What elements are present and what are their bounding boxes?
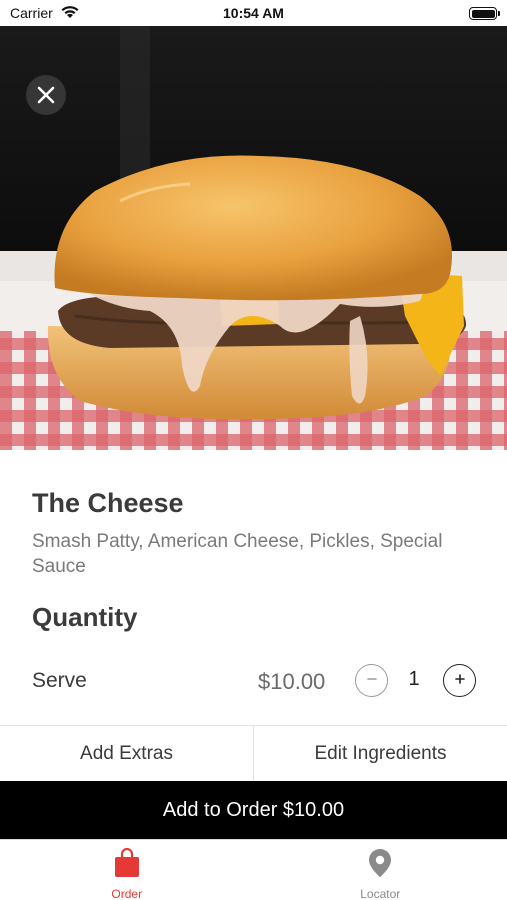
tab-order[interactable]: Order: [0, 840, 254, 900]
add-to-order-button[interactable]: Add to Order $10.00: [0, 781, 507, 839]
map-pin-icon: [367, 848, 393, 883]
add-extras-button[interactable]: Add Extras: [0, 726, 253, 781]
minus-icon: [366, 672, 378, 690]
item-title: The Cheese: [32, 488, 184, 518]
plus-icon: [454, 672, 466, 690]
tab-bar: Order Locator: [0, 839, 507, 900]
item-options: Add Extras Edit Ingredients: [0, 725, 507, 781]
tab-locator[interactable]: Locator: [254, 840, 507, 900]
quantity-heading: Quantity: [32, 602, 138, 632]
serve-label: Serve: [32, 669, 87, 692]
tab-locator-label: Locator: [360, 887, 401, 900]
serve-price: $10.00: [258, 669, 326, 694]
status-bar: Carrier 10:54 AM: [0, 0, 507, 26]
item-description: Smash Patty, American Cheese, Pickles, S…: [32, 531, 443, 577]
burger-photo: [0, 26, 507, 450]
tab-order-label: Order: [111, 887, 143, 900]
increase-quantity-button[interactable]: [443, 664, 476, 697]
edit-ingredients-button[interactable]: Edit Ingredients: [253, 726, 507, 781]
clock: 10:54 AM: [223, 5, 284, 21]
battery-icon: [469, 7, 500, 20]
close-button[interactable]: [26, 75, 66, 115]
quantity-value: 1: [408, 668, 420, 690]
decrease-quantity-button[interactable]: [355, 664, 388, 697]
close-icon: [37, 86, 55, 104]
shopping-bag-icon: [113, 847, 141, 883]
